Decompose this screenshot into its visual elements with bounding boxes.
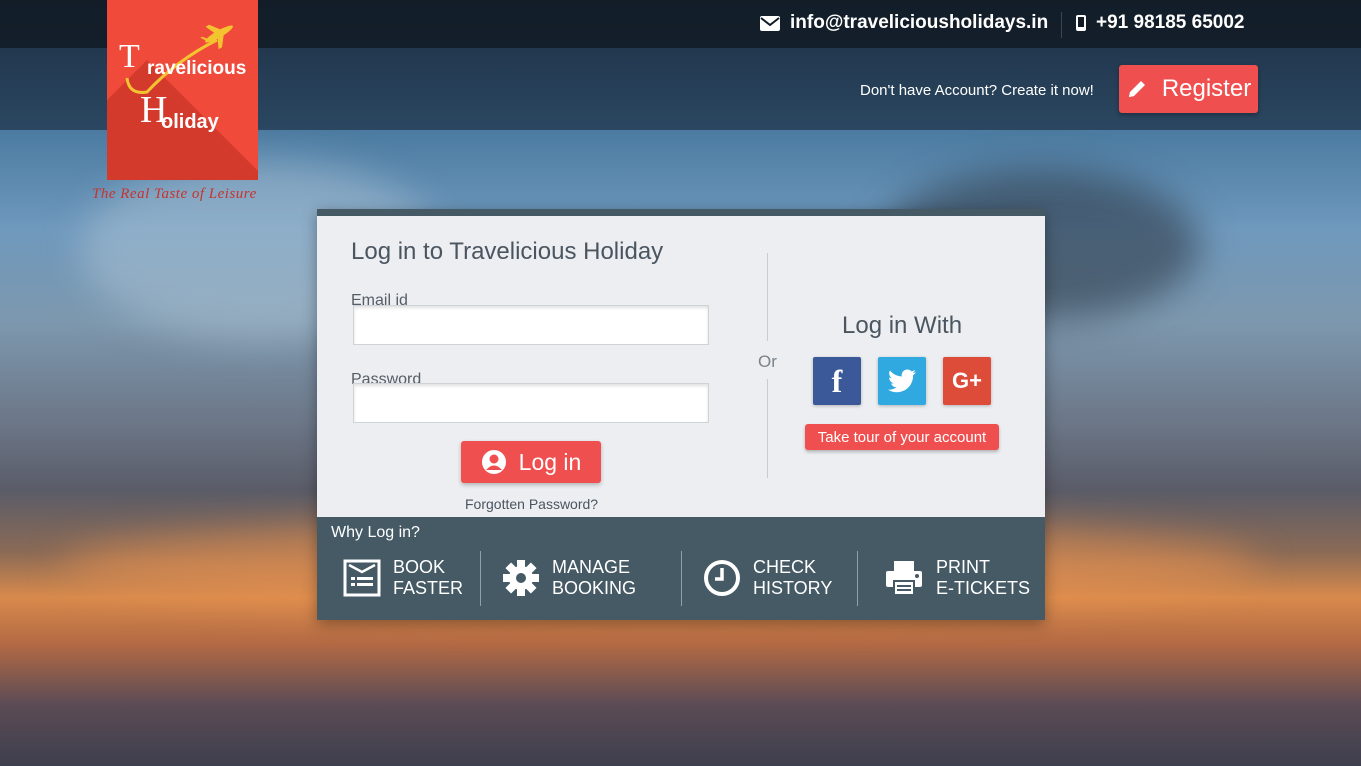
- feature-line2: E-TICKETS: [936, 578, 1031, 598]
- login-label: Log in: [518, 448, 582, 475]
- account-prompt: Don't have Account? Create it now!: [860, 82, 1094, 99]
- pencil-icon: [1128, 81, 1145, 97]
- twitter-login-button[interactable]: [878, 357, 926, 405]
- user-circle-icon: [481, 450, 506, 474]
- register-button[interactable]: Register: [1119, 65, 1258, 113]
- feature-print-etickets: PRINT E-TICKETS: [884, 557, 1030, 599]
- login-panel-body: Log in to Travelicious Holiday Email id …: [317, 216, 1045, 517]
- forgot-password-link[interactable]: Forgotten Password?: [465, 496, 598, 512]
- mobile-phone-icon: [1076, 15, 1086, 31]
- panel-top-strip: [317, 209, 1045, 216]
- feature-divider: [681, 551, 682, 606]
- feature-line2: BOOKING: [552, 578, 637, 598]
- booking-form-icon: [343, 559, 381, 597]
- email-field[interactable]: [353, 305, 709, 345]
- feature-divider: [480, 551, 481, 606]
- social-login-title: Log in With: [842, 312, 963, 339]
- login-button[interactable]: Log in: [461, 441, 601, 483]
- email-text: info@traveliciousholidays.in: [790, 12, 1049, 33]
- feature-line1: MANAGE: [552, 557, 631, 577]
- facebook-icon: f: [831, 362, 843, 399]
- contact-divider: [1061, 12, 1062, 38]
- logo-word-oliday: oliday: [161, 111, 219, 133]
- printer-icon: [886, 561, 922, 596]
- envelope-icon: [760, 15, 780, 31]
- clock-icon: [704, 560, 740, 596]
- why-login-section: Why Log in? BOOK FASTER MANAGE BOOKING C…: [317, 517, 1045, 620]
- feature-manage-booking: MANAGE BOOKING: [502, 557, 636, 599]
- feature-check-history: CHECK HISTORY: [703, 557, 832, 599]
- email-contact[interactable]: info@traveliciousholidays.in: [760, 12, 1048, 34]
- or-divider-bottom: [767, 379, 768, 478]
- google-plus-login-button[interactable]: G+: [943, 357, 991, 405]
- why-login-title: Why Log in?: [331, 524, 420, 541]
- brand-tagline: The Real Taste of Leisure: [92, 186, 257, 202]
- feature-divider: [857, 551, 858, 606]
- feature-line1: BOOK: [393, 557, 446, 577]
- password-field[interactable]: [353, 383, 709, 423]
- google-plus-icon: G+: [952, 368, 982, 393]
- logo-word-ravelicious: ravelicious: [147, 58, 247, 79]
- feature-book-faster: BOOK FASTER: [343, 557, 463, 599]
- feature-line2: HISTORY: [753, 578, 833, 598]
- gear-icon: [503, 560, 539, 596]
- take-tour-button[interactable]: Take tour of your account: [805, 424, 999, 450]
- or-divider-top: [767, 253, 768, 341]
- phone-text: +91 98185 65002: [1096, 12, 1245, 33]
- login-title: Log in to Travelicious Holiday: [351, 238, 664, 265]
- feature-label: PRINT E-TICKETS: [936, 557, 1030, 599]
- feature-line1: PRINT: [936, 557, 990, 577]
- twitter-icon: [888, 369, 916, 393]
- logo-letter-t: T: [119, 38, 140, 75]
- feature-label: BOOK FASTER: [393, 557, 463, 599]
- register-label: Register: [1161, 75, 1252, 102]
- feature-label: MANAGE BOOKING: [552, 557, 636, 599]
- feature-line1: CHECK: [753, 557, 817, 577]
- phone-contact[interactable]: +91 98185 65002: [1076, 12, 1244, 34]
- or-label: Or: [758, 352, 777, 371]
- brand-logo[interactable]: T ravelicious H oliday: [107, 0, 258, 180]
- feature-label: CHECK HISTORY: [753, 557, 832, 599]
- login-panel: Log in to Travelicious Holiday Email id …: [317, 209, 1045, 620]
- feature-line2: FASTER: [393, 578, 464, 598]
- facebook-login-button[interactable]: f: [813, 357, 861, 405]
